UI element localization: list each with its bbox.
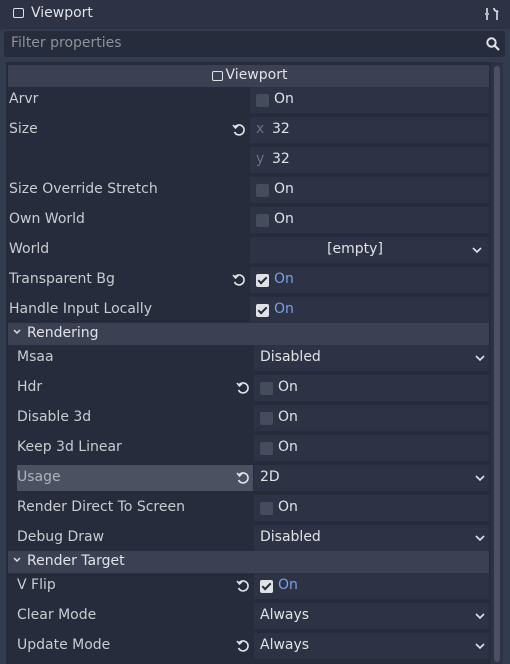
filter-placeholder: Filter properties xyxy=(11,35,122,51)
checkbox-label: On xyxy=(278,379,298,395)
chevron-down-icon xyxy=(475,535,485,542)
update-mode-dropdown[interactable]: Always xyxy=(254,633,489,659)
prop-label-size-override-stretch: Size Override Stretch xyxy=(9,181,158,197)
checkbox[interactable] xyxy=(256,184,269,197)
checkbox-label: On xyxy=(274,211,294,227)
prop-label-clear-mode: Clear Mode xyxy=(17,607,97,623)
tools-icon[interactable] xyxy=(484,6,500,22)
dropdown-value: Always xyxy=(260,607,310,623)
revert-icon[interactable] xyxy=(236,639,250,653)
chevron-down-icon xyxy=(475,643,485,650)
revert-icon[interactable] xyxy=(236,579,250,593)
prop-label-render-direct-to-screen: Render Direct To Screen xyxy=(17,499,185,515)
prop-value-size-override-stretch[interactable]: On xyxy=(250,177,489,203)
prop-value-hdr[interactable]: On xyxy=(254,375,489,401)
size-y-field[interactable]: y 32 xyxy=(250,147,489,173)
prop-value-v-flip[interactable]: On xyxy=(254,573,489,599)
scrollbar[interactable] xyxy=(491,62,503,664)
prop-label-own-world: Own World xyxy=(9,211,85,227)
group-title: Render Target xyxy=(27,553,125,569)
prop-label-size: Size xyxy=(9,121,38,137)
revert-icon[interactable] xyxy=(232,123,246,137)
world-resource-picker[interactable]: [empty] xyxy=(250,237,489,263)
prop-label-usage: Usage xyxy=(17,469,61,485)
prop-label-hdr: Hdr xyxy=(17,379,43,395)
checkbox[interactable] xyxy=(260,412,273,425)
group-render-target[interactable]: Render Target xyxy=(8,551,489,573)
checkbox-label: On xyxy=(278,409,298,425)
chevron-down-icon xyxy=(13,557,21,562)
size-x-value: 32 xyxy=(272,121,290,137)
scrollbar-thumb[interactable] xyxy=(494,66,500,662)
checkbox-label: On xyxy=(278,499,298,515)
checkbox[interactable] xyxy=(260,502,273,515)
filter-properties-input[interactable]: Filter properties xyxy=(4,31,505,57)
viewport-icon xyxy=(13,8,24,18)
group-title: Rendering xyxy=(27,325,99,341)
msaa-dropdown[interactable]: Disabled xyxy=(254,345,489,371)
dropdown-value: Disabled xyxy=(260,529,321,545)
revert-icon[interactable] xyxy=(232,273,246,287)
checkbox-checked[interactable] xyxy=(256,274,269,287)
checkbox[interactable] xyxy=(256,94,269,107)
group-rendering[interactable]: Rendering xyxy=(8,323,489,345)
prop-label-world: World xyxy=(9,241,50,257)
chevron-down-icon xyxy=(13,329,21,334)
prop-value-keep-3d-linear[interactable]: On xyxy=(254,435,489,461)
chevron-down-icon[interactable] xyxy=(472,247,482,254)
checkbox-label: On xyxy=(274,271,294,287)
prop-value-arvr[interactable]: On xyxy=(250,87,489,113)
inspector-title: Viewport xyxy=(31,5,93,21)
checkbox-label: On xyxy=(274,91,294,107)
prop-label-debug-draw: Debug Draw xyxy=(17,529,105,545)
checkbox-label: On xyxy=(274,301,294,317)
checkbox-checked[interactable] xyxy=(256,304,269,317)
prop-label-keep-3d-linear: Keep 3d Linear xyxy=(17,439,122,455)
dropdown-value: 2D xyxy=(260,469,280,485)
section-title: Viewport xyxy=(225,67,288,83)
checkbox-label: On xyxy=(278,577,298,593)
prop-value-render-direct-to-screen[interactable]: On xyxy=(254,495,489,521)
world-value: [empty] xyxy=(327,241,383,257)
checkbox[interactable] xyxy=(260,382,273,395)
usage-dropdown[interactable]: 2D xyxy=(254,465,489,491)
clear-mode-dropdown[interactable]: Always xyxy=(254,603,489,629)
prop-label-disable-3d: Disable 3d xyxy=(17,409,92,425)
chevron-down-icon xyxy=(475,355,485,362)
prop-value-disable-3d[interactable]: On xyxy=(254,405,489,431)
dropdown-value: Always xyxy=(260,637,310,653)
revert-icon[interactable] xyxy=(236,471,250,485)
prop-label-arvr: Arvr xyxy=(9,91,39,107)
section-header-viewport: Viewport xyxy=(8,65,489,87)
prop-value-handle-input-locally[interactable]: On xyxy=(250,297,489,323)
axis-y-label: y xyxy=(256,151,265,167)
prop-value-transparent-bg[interactable]: On xyxy=(250,267,489,293)
inspector-header: Viewport xyxy=(0,0,510,29)
prop-label-transparent-bg: Transparent Bg xyxy=(9,271,115,287)
prop-label-handle-input-locally: Handle Input Locally xyxy=(9,301,152,317)
chevron-down-icon xyxy=(475,475,485,482)
prop-label-msaa: Msaa xyxy=(17,349,54,365)
checkbox[interactable] xyxy=(256,214,269,227)
size-x-field[interactable]: x 32 xyxy=(250,117,489,143)
checkbox-label: On xyxy=(274,181,294,197)
dropdown-value: Disabled xyxy=(260,349,321,365)
checkbox[interactable] xyxy=(260,442,273,455)
search-icon xyxy=(486,37,500,51)
chevron-down-icon xyxy=(475,613,485,620)
axis-x-label: x xyxy=(256,121,265,137)
checkbox-checked[interactable] xyxy=(260,580,273,593)
revert-icon[interactable] xyxy=(236,381,250,395)
size-y-value: 32 xyxy=(272,151,290,167)
prop-value-own-world[interactable]: On xyxy=(250,207,489,233)
debug-draw-dropdown[interactable]: Disabled xyxy=(254,525,489,551)
prop-label-v-flip: V Flip xyxy=(17,577,56,593)
checkbox-label: On xyxy=(278,439,298,455)
prop-label-update-mode: Update Mode xyxy=(17,637,111,653)
